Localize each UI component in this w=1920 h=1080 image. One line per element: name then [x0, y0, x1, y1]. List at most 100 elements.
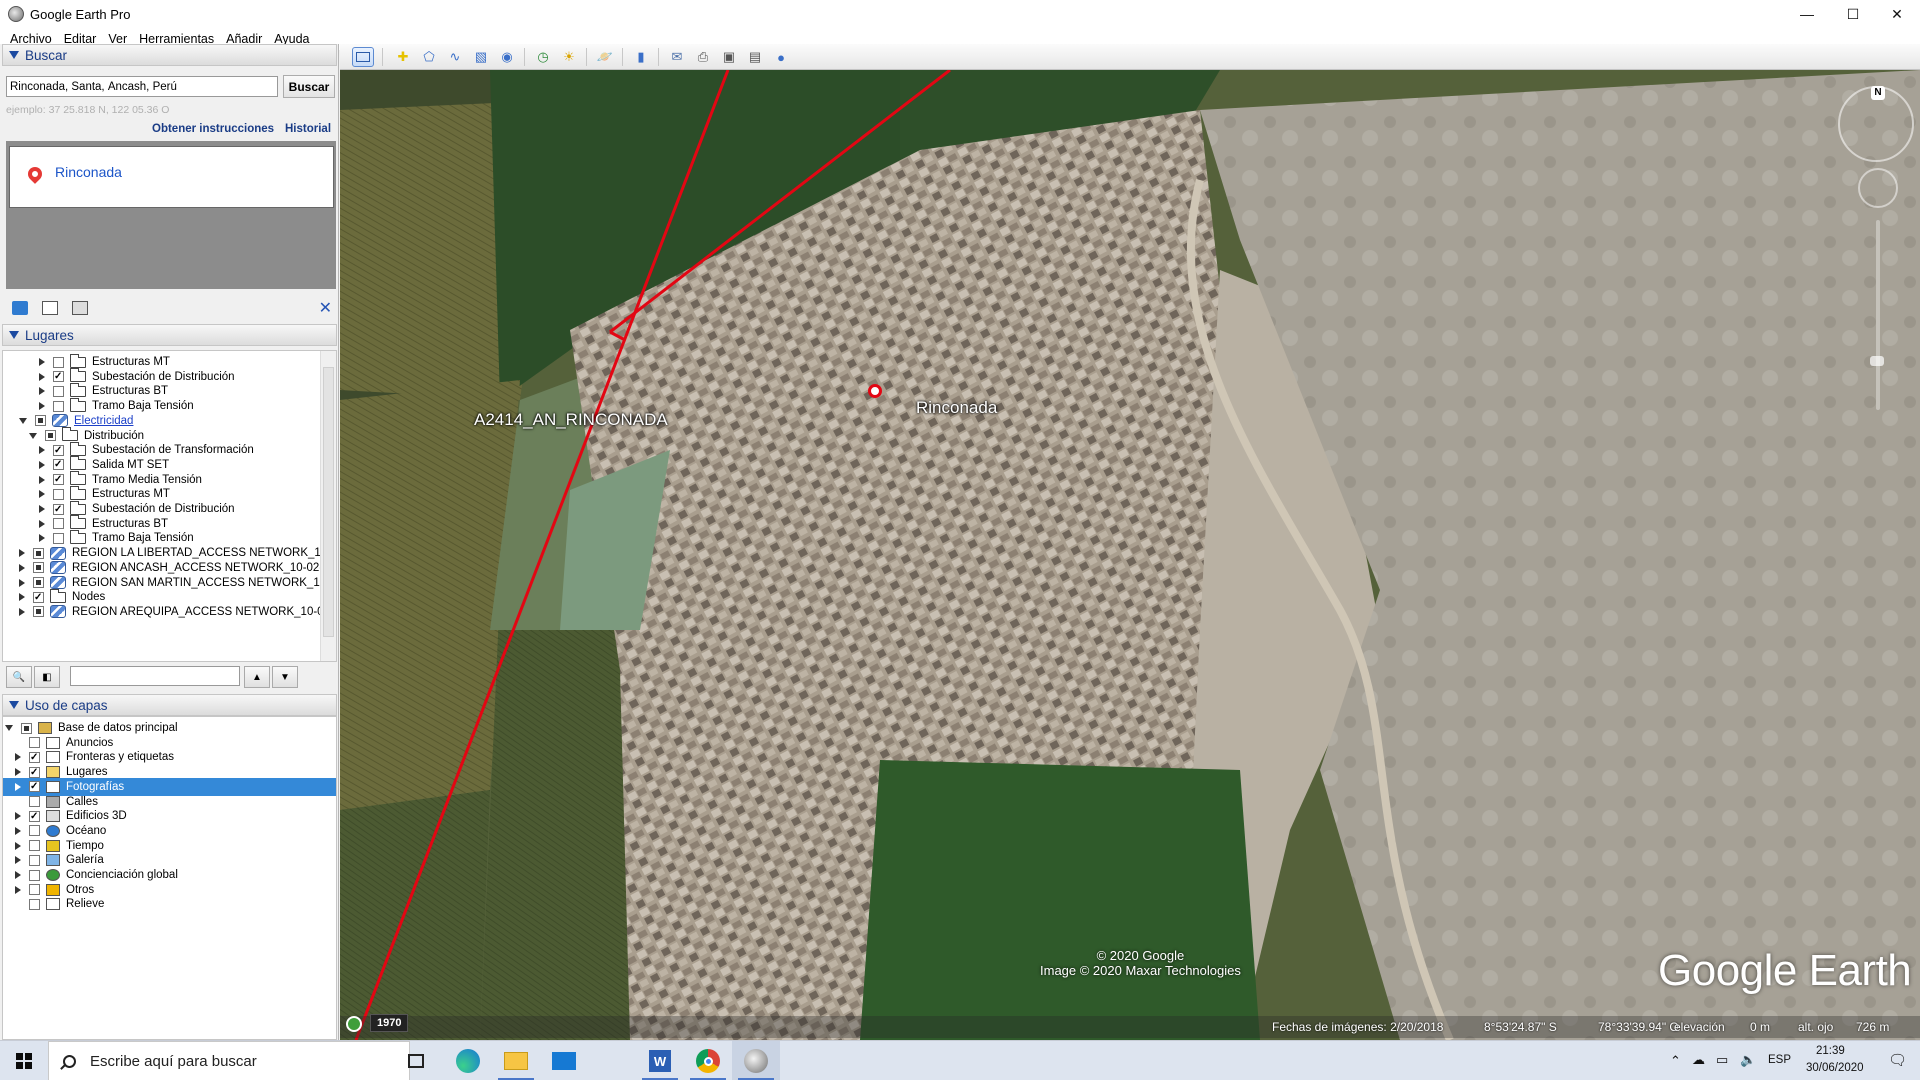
word-icon[interactable]: W [636, 1041, 684, 1080]
sidebar-toggle-icon[interactable] [352, 47, 374, 67]
layer-label[interactable]: Galería [66, 854, 104, 866]
image-overlay-icon[interactable]: ▧ [470, 47, 492, 67]
collapsed-triangle-icon[interactable] [39, 475, 45, 484]
save-image-icon[interactable]: ▣ [718, 47, 740, 67]
places-tree-label[interactable]: REGION SAN MARTIN_ACCESS NETWORK_10-... [72, 577, 336, 589]
north-indicator[interactable]: N [1871, 86, 1885, 100]
places-tree-label[interactable]: Tramo Media Tensión [92, 474, 202, 486]
search-places-icon[interactable]: 🔍 [6, 666, 32, 688]
edge-browser-icon[interactable] [444, 1041, 492, 1080]
places-tree-label[interactable]: Subestación de Distribución [92, 371, 235, 383]
places-tree-label[interactable]: Estructuras MT [92, 488, 170, 500]
places-scrollbar[interactable] [320, 351, 336, 661]
search-input[interactable] [6, 76, 278, 97]
collapsed-triangle-icon[interactable] [15, 753, 21, 762]
move-down-icon[interactable]: ▼ [272, 666, 298, 688]
places-panel-header[interactable]: Lugares [2, 324, 337, 346]
record-tour-icon[interactable]: ◉ [496, 47, 518, 67]
collapsed-triangle-icon[interactable] [39, 534, 45, 543]
places-tree-label[interactable]: REGION AREQUIPA_ACCESS NETWORK_10-02... [72, 606, 336, 618]
places-tree-label[interactable]: Tramo Baja Tensión [92, 532, 194, 544]
move-up-icon[interactable]: ▲ [244, 666, 270, 688]
visibility-checkbox[interactable] [35, 415, 46, 427]
print-icon[interactable] [72, 301, 88, 315]
visibility-checkbox[interactable] [53, 518, 64, 530]
visibility-checkbox[interactable] [53, 371, 64, 383]
placemark-icon[interactable] [868, 384, 882, 398]
historical-year-badge[interactable]: 1970 [370, 1014, 409, 1032]
layer-label[interactable]: Anuncios [66, 737, 113, 749]
get-directions-link[interactable]: Obtener instrucciones [152, 123, 274, 135]
layer-checkbox[interactable] [29, 781, 40, 793]
clock-date[interactable]: 30/06/2020 [1806, 1062, 1864, 1074]
maximize-button[interactable]: ☐ [1830, 0, 1876, 28]
visibility-checkbox[interactable] [33, 547, 44, 559]
collapsed-triangle-icon[interactable] [39, 460, 45, 469]
zoom-slider-track[interactable] [1876, 220, 1880, 410]
visibility-checkbox[interactable] [33, 577, 44, 588]
visibility-checkbox[interactable] [33, 562, 44, 574]
layers-panel-header[interactable]: Uso de capas [2, 694, 337, 716]
layer-label[interactable]: Concienciación global [66, 869, 178, 881]
mail-icon[interactable] [540, 1041, 588, 1080]
view-in-maps-icon[interactable]: ▤ [744, 47, 766, 67]
layer-checkbox[interactable] [29, 854, 40, 866]
zoom-slider-knob[interactable] [1870, 356, 1884, 366]
places-tree-label[interactable]: Nodes [72, 591, 105, 603]
layer-label[interactable]: Calles [66, 796, 98, 808]
network-icon[interactable]: ▭ [1716, 1052, 1728, 1068]
collapsed-triangle-icon[interactable] [19, 549, 25, 558]
navigation-compass[interactable]: N [1838, 86, 1914, 162]
visibility-checkbox[interactable] [53, 356, 64, 368]
add-polygon-icon[interactable]: ⬠ [418, 47, 440, 67]
expanded-triangle-icon[interactable] [29, 432, 37, 439]
layer-checkbox[interactable] [29, 796, 40, 807]
collapsed-triangle-icon[interactable] [39, 387, 45, 396]
places-tree-label[interactable]: Salida MT SET [92, 459, 169, 471]
layer-label[interactable]: Tiempo [66, 840, 104, 852]
close-results-icon[interactable]: ✕ [319, 298, 332, 318]
historical-imagery-indicator-icon[interactable] [346, 1016, 362, 1032]
layer-checkbox[interactable] [29, 869, 40, 881]
toggle-view-icon[interactable]: ◧ [34, 666, 60, 688]
collapsed-triangle-icon[interactable] [39, 402, 45, 411]
placemark-label[interactable]: Rinconada [916, 398, 997, 418]
search-panel-header[interactable]: Buscar [2, 44, 337, 66]
chrome-icon[interactable] [684, 1041, 732, 1080]
file-explorer-icon[interactable] [492, 1041, 540, 1080]
volume-icon[interactable]: 🔈 [1740, 1052, 1756, 1068]
expanded-triangle-icon[interactable] [19, 417, 27, 424]
layer-checkbox[interactable] [29, 884, 40, 896]
collapsed-triangle-icon[interactable] [39, 490, 45, 499]
onedrive-icon[interactable]: ☁ [1692, 1052, 1705, 1068]
add-to-places-icon[interactable] [12, 301, 28, 315]
collapsed-triangle-icon[interactable] [15, 856, 21, 865]
collapsed-triangle-icon[interactable] [19, 593, 25, 602]
layer-checkbox[interactable] [29, 737, 40, 749]
layer-label[interactable]: Otros [66, 884, 94, 896]
earth-globe-icon[interactable]: ● [770, 47, 792, 67]
add-path-icon[interactable]: ∿ [444, 47, 466, 67]
line-label[interactable]: A2414_AN_RINCONADA [474, 410, 668, 430]
layer-label[interactable]: Fotografías [66, 781, 124, 793]
visibility-checkbox[interactable] [53, 503, 64, 515]
collapsed-triangle-icon[interactable] [39, 358, 45, 366]
collapsed-triangle-icon[interactable] [15, 885, 21, 894]
collapsed-triangle-icon[interactable] [15, 768, 21, 777]
google-earth-taskbar-icon[interactable] [732, 1041, 780, 1080]
add-placemark-icon[interactable]: ✚ [392, 47, 414, 67]
layer-label[interactable]: Océano [66, 825, 106, 837]
places-tree-label[interactable]: Estructuras MT [92, 356, 170, 368]
sunlight-icon[interactable]: ☀ [558, 47, 580, 67]
layer-checkbox[interactable] [29, 751, 40, 763]
layer-checkbox[interactable] [29, 840, 40, 852]
collapsed-triangle-icon[interactable] [39, 505, 45, 513]
clock-time[interactable]: 21:39 [1816, 1045, 1845, 1057]
places-tree-label[interactable]: Estructuras BT [92, 385, 168, 397]
visibility-checkbox[interactable] [45, 430, 56, 441]
collapsed-triangle-icon[interactable] [19, 563, 25, 572]
layer-label[interactable]: Base de datos principal [58, 722, 178, 734]
taskbar-search-box[interactable]: Escribe aquí para buscar [48, 1041, 410, 1080]
map-view[interactable]: Rinconada A2414_AN_RINCONADA N © 2020 Go… [340, 70, 1920, 1040]
visibility-checkbox[interactable] [53, 488, 64, 500]
